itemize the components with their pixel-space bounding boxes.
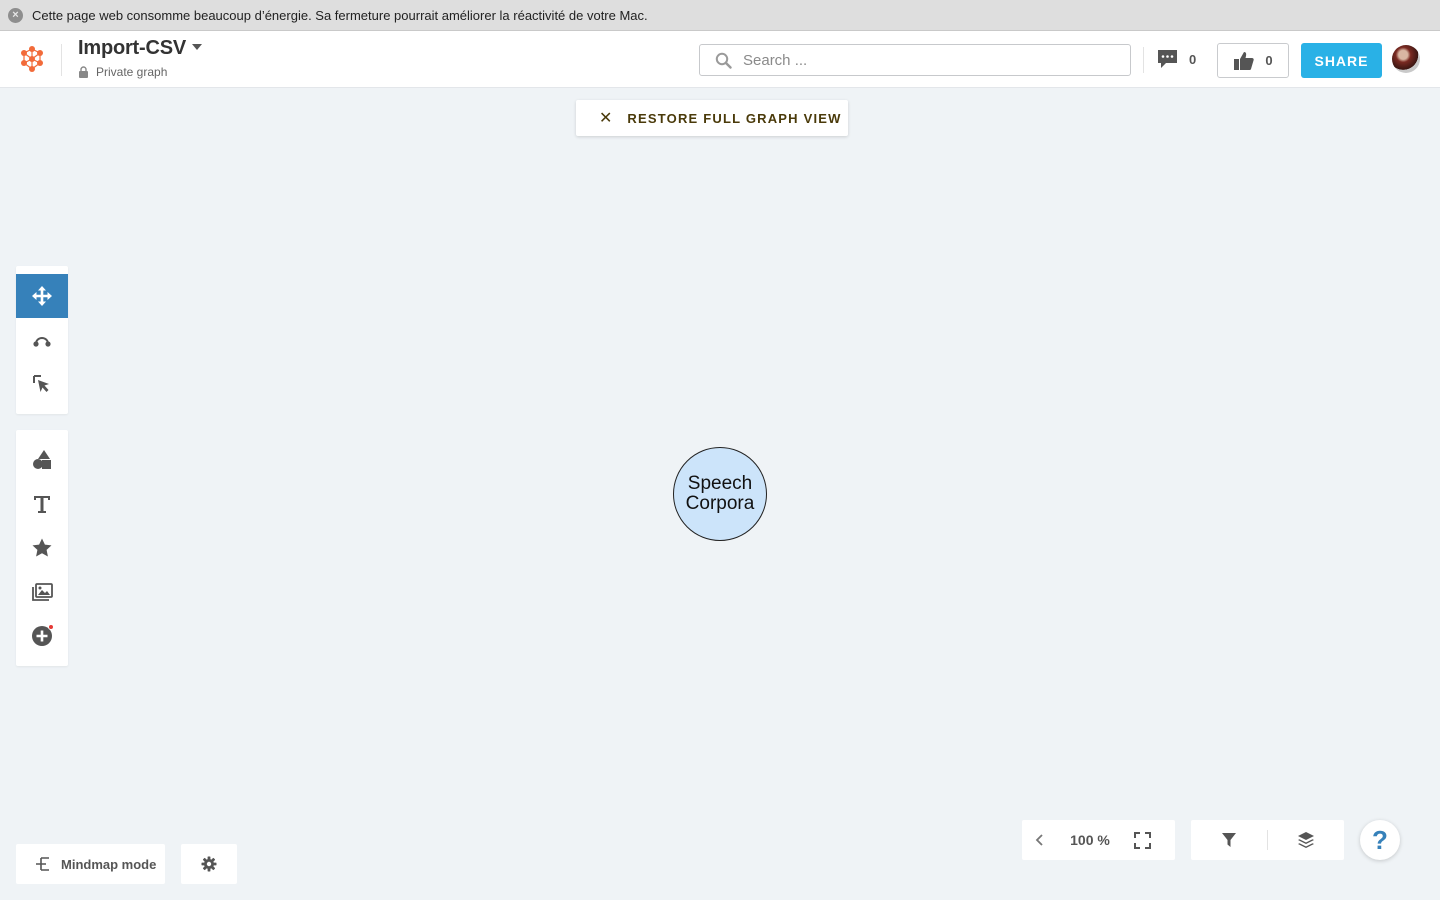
chevron-left-icon	[1035, 834, 1043, 846]
text-tool[interactable]	[16, 482, 68, 526]
graph-node[interactable]: Speech Corpora	[673, 447, 767, 541]
graph-title[interactable]: Import-CSV	[78, 37, 186, 60]
zoom-prev-button[interactable]	[1022, 820, 1058, 860]
close-icon: ✕	[599, 110, 613, 127]
gear-icon	[201, 856, 217, 872]
move-arrows-icon	[32, 286, 52, 306]
view-panel	[1191, 820, 1344, 860]
connect-nodes-icon	[33, 337, 51, 347]
energy-notice-bar: × Cette page web consomme beaucoup d’éne…	[0, 0, 1440, 31]
app-logo-icon[interactable]	[18, 45, 46, 73]
like-button[interactable]: 0	[1217, 43, 1289, 78]
notification-dot	[48, 624, 54, 630]
header-divider	[61, 44, 62, 76]
help-button[interactable]: ?	[1360, 820, 1400, 860]
likes-count: 0	[1265, 53, 1273, 68]
fullscreen-button[interactable]	[1122, 820, 1162, 860]
filter-icon	[1222, 833, 1236, 847]
move-tool[interactable]	[16, 274, 68, 318]
comments-button[interactable]: 0	[1156, 48, 1196, 70]
select-tool[interactable]	[16, 362, 68, 406]
shapes-tool[interactable]	[16, 438, 68, 482]
star-icon	[32, 538, 52, 557]
mindmap-label: Mindmap mode	[61, 856, 157, 872]
share-button[interactable]: SHARE	[1301, 43, 1382, 78]
insert-toolbar	[16, 430, 68, 666]
navigation-toolbar	[16, 266, 68, 414]
node-label: Speech Corpora	[685, 473, 755, 514]
restore-full-graph-button[interactable]: ✕ RESTORE FULL GRAPH VIEW	[576, 100, 848, 136]
search-icon	[715, 52, 732, 69]
text-icon	[34, 496, 50, 513]
settings-button[interactable]	[181, 844, 237, 884]
chevron-down-icon[interactable]	[192, 44, 202, 50]
zoom-level: 100 %	[1070, 832, 1110, 848]
add-element-tool[interactable]	[16, 614, 68, 658]
icon-tool[interactable]	[16, 526, 68, 570]
lock-icon	[79, 66, 88, 78]
comments-count: 0	[1189, 51, 1197, 67]
privacy-label: Private graph	[96, 65, 168, 79]
layers-button[interactable]	[1268, 820, 1344, 860]
avatar[interactable]	[1392, 45, 1420, 73]
zoom-panel: 100 %	[1022, 820, 1175, 860]
images-icon	[32, 583, 53, 601]
mindmap-mode-button[interactable]: Mindmap mode	[16, 844, 165, 884]
notice-text: Cette page web consomme beaucoup d’énerg…	[32, 7, 648, 23]
connect-tool[interactable]	[16, 318, 68, 362]
app-header: Import-CSV Private graph 0 0 SHARE	[0, 31, 1440, 88]
search-box[interactable]	[699, 44, 1131, 76]
privacy-status: Private graph	[78, 65, 167, 79]
comment-icon	[1158, 50, 1177, 68]
thumbs-up-icon	[1234, 51, 1255, 70]
search-input[interactable]	[743, 51, 1103, 69]
shapes-icon	[33, 450, 51, 469]
image-tool[interactable]	[16, 570, 68, 614]
layers-icon	[1298, 832, 1314, 848]
cursor-select-icon	[33, 375, 49, 392]
restore-label: RESTORE FULL GRAPH VIEW	[627, 110, 842, 126]
mindmap-icon	[36, 857, 49, 871]
filter-button[interactable]	[1191, 820, 1267, 860]
header-divider	[1143, 47, 1144, 73]
close-icon[interactable]: ×	[8, 7, 23, 23]
expand-icon	[1133, 831, 1151, 849]
